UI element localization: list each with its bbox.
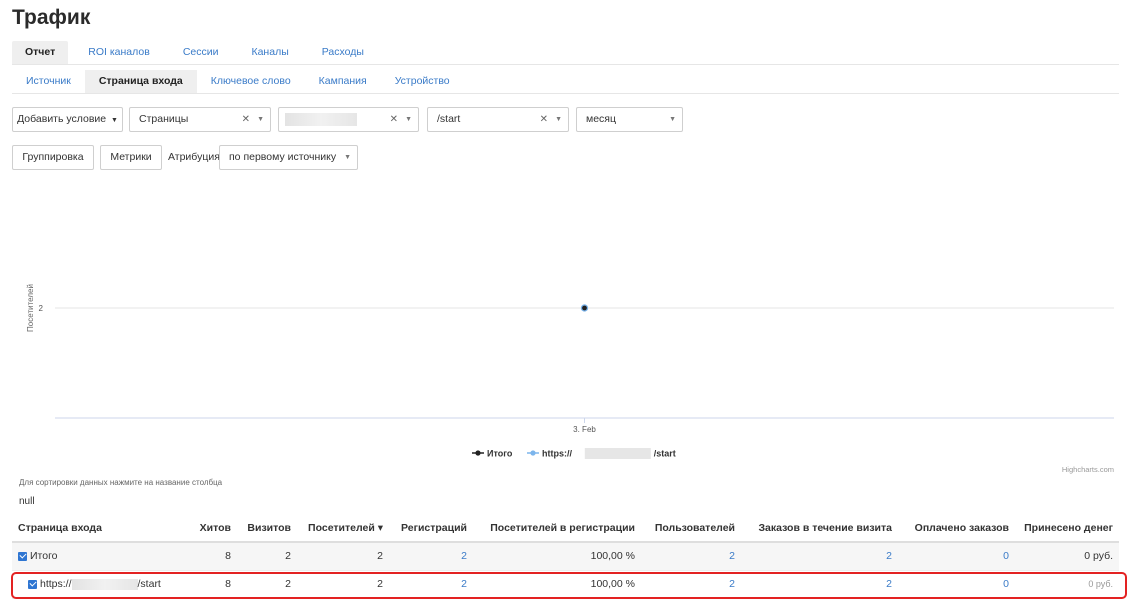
legend-label: https:// xyxy=(542,449,572,459)
metrics-button[interactable]: Метрики xyxy=(100,145,162,170)
col-landing-page[interactable]: Страница входа xyxy=(12,515,182,543)
col-paid[interactable]: Оплачено заказов xyxy=(898,515,1015,543)
attribution-label: Атрибуция xyxy=(168,151,220,163)
cell-reg-rate: 100,00 % xyxy=(473,542,641,571)
period-select[interactable]: месяц ▼ xyxy=(576,107,683,132)
legend-label: Итого xyxy=(487,449,513,459)
add-condition-label: Добавить условие xyxy=(17,113,107,125)
col-registrations[interactable]: Регистраций xyxy=(389,515,473,543)
col-visits[interactable]: Визитов xyxy=(237,515,297,543)
operator-select[interactable]: ✕ ▼ xyxy=(278,107,419,132)
tab-campaign[interactable]: Кампания xyxy=(305,70,381,93)
cell-orders[interactable]: 2 xyxy=(741,542,898,571)
table-header-row: Страница входа Хитов Визитов Посетителей… xyxy=(12,515,1119,543)
legend-label-suffix: /start xyxy=(654,449,676,459)
y-axis-title: Посетителей xyxy=(26,284,35,332)
row-name-cell: Итого xyxy=(12,542,182,571)
landing-page-table: Страница входа Хитов Визитов Посетителей… xyxy=(12,515,1119,599)
col-hits[interactable]: Хитов xyxy=(182,515,237,543)
row-name: Итого xyxy=(30,550,58,563)
table-row-total: Итого 8 2 2 2 100,00 % 2 2 0 0 руб. xyxy=(12,542,1119,571)
redacted-url xyxy=(584,448,651,459)
row-name: https:// xyxy=(40,578,72,590)
cell-visitors: 2 xyxy=(297,570,389,599)
value-select[interactable]: /start ✕ ▼ xyxy=(427,107,569,132)
cell-hits: 8 xyxy=(182,570,237,599)
caret-down-icon: ▼ xyxy=(555,116,562,123)
y-tick-label: 2 xyxy=(39,304,44,313)
null-text: null xyxy=(19,496,35,507)
col-orders[interactable]: Заказов в течение визита xyxy=(741,515,898,543)
table-row: https:// /start 8 2 2 2 100,00 % 2 2 0 0 … xyxy=(12,570,1119,599)
sort-hint: Для сортировки данных нажмите на названи… xyxy=(19,478,223,487)
checkbox[interactable] xyxy=(18,551,27,561)
cell-visitors: 2 xyxy=(297,542,389,571)
caret-down-icon: ▼ xyxy=(669,116,676,123)
cell-money: 0 руб. xyxy=(1015,542,1119,571)
attribution-select-value: по первому источнику xyxy=(229,151,337,163)
checkbox[interactable] xyxy=(28,579,37,589)
dimension-select-value: Страницы xyxy=(139,113,189,125)
redacted-url xyxy=(71,578,138,590)
cell-registrations[interactable]: 2 xyxy=(389,542,473,571)
add-condition-button[interactable]: Добавить условие ▼ xyxy=(12,107,123,132)
clear-icon[interactable]: ✕ xyxy=(242,108,250,131)
traffic-chart: Итого https:// /start Посетителей 2 3. Feb xyxy=(26,284,1114,459)
secondary-tabs: Источник Страница входа Ключевое слово К… xyxy=(12,70,1119,94)
caret-down-icon: ▼ xyxy=(344,154,351,161)
cell-hits: 8 xyxy=(182,542,237,571)
caret-down-icon: ▼ xyxy=(109,117,118,124)
dimension-select[interactable]: Страницы ✕ ▼ xyxy=(129,107,271,132)
period-select-value: месяц xyxy=(586,113,617,125)
tab-device[interactable]: Устройство xyxy=(381,70,464,93)
page-title: Трафик xyxy=(12,6,91,29)
x-tick-label: 3. Feb xyxy=(573,425,596,434)
col-reg-rate[interactable]: Посетителей в регистрации xyxy=(473,515,641,543)
row-name-cell: https:// /start xyxy=(12,570,182,599)
primary-tabs: Отчет ROI каналов Сессии Каналы Расходы xyxy=(12,41,1119,65)
cell-money: 0 руб. xyxy=(1015,570,1119,599)
tab-source[interactable]: Источник xyxy=(12,70,85,93)
legend-marker xyxy=(530,450,536,456)
cell-users[interactable]: 2 xyxy=(641,542,741,571)
attribution-select[interactable]: по первому источнику ▼ xyxy=(219,145,358,170)
row-name-suffix: /start xyxy=(137,578,161,590)
cell-users[interactable]: 2 xyxy=(641,570,741,599)
clear-icon[interactable]: ✕ xyxy=(390,108,398,131)
tab-report[interactable]: Отчет xyxy=(12,41,69,64)
legend-item[interactable]: https:// /start xyxy=(527,448,676,459)
tab-channels[interactable]: Каналы xyxy=(238,41,301,64)
legend-marker xyxy=(475,450,481,456)
col-visitors[interactable]: Посетителей ▾ xyxy=(297,515,389,543)
cell-visits: 2 xyxy=(237,542,297,571)
clear-icon[interactable]: ✕ xyxy=(540,108,548,131)
legend-item[interactable]: Итого xyxy=(472,449,513,459)
tab-landing-page[interactable]: Страница входа xyxy=(84,70,197,93)
cell-paid[interactable]: 0 xyxy=(898,570,1015,599)
value-select-value: /start xyxy=(437,113,461,125)
caret-down-icon: ▼ xyxy=(257,116,264,123)
tab-expenses[interactable]: Расходы xyxy=(309,41,377,64)
cell-reg-rate: 100,00 % xyxy=(473,570,641,599)
col-users[interactable]: Пользователей xyxy=(641,515,741,543)
chart-credit[interactable]: Highcharts.com xyxy=(1062,465,1114,474)
tab-roi-channels[interactable]: ROI каналов xyxy=(75,41,163,64)
grouping-button[interactable]: Группировка xyxy=(12,145,94,170)
cell-paid[interactable]: 0 xyxy=(898,542,1015,571)
cell-registrations[interactable]: 2 xyxy=(389,570,473,599)
redacted-value xyxy=(285,112,357,126)
tab-sessions[interactable]: Сессии xyxy=(170,41,232,64)
tab-keyword[interactable]: Ключевое слово xyxy=(197,70,305,93)
cell-orders[interactable]: 2 xyxy=(741,570,898,599)
caret-down-icon: ▼ xyxy=(405,116,412,123)
data-point xyxy=(580,304,589,312)
cell-visits: 2 xyxy=(237,570,297,599)
col-money[interactable]: Принесено денег xyxy=(1015,515,1119,543)
